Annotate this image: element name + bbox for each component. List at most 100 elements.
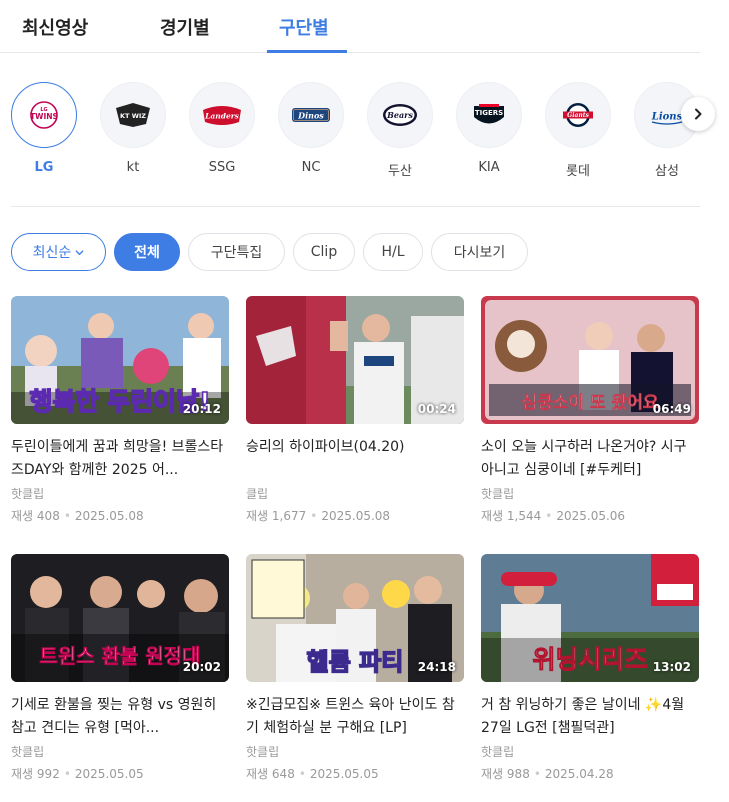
video-meta: 재생 992 • 2025.05.05	[11, 765, 229, 782]
svg-text:Giants: Giants	[567, 112, 589, 119]
separator-dot: •	[545, 509, 553, 523]
sort-label: 최신순	[32, 245, 72, 261]
team-name: 롯데	[566, 164, 590, 179]
video-card[interactable]: 트윈스 환불 원정대 20:02 기세로 환불을 찢는 유형 vs 영원히 참고…	[11, 554, 229, 782]
video-source: 클립	[246, 487, 269, 501]
play-count: 648	[271, 767, 295, 781]
lotte-giants-logo: Giants	[545, 82, 611, 148]
upload-date: 2025.05.08	[321, 509, 391, 523]
play-count: 1,677	[271, 509, 307, 523]
team-name: SSG	[208, 160, 236, 175]
lg-twins-logo: LG TWINS	[11, 82, 77, 148]
section-divider	[11, 206, 700, 207]
kia-tigers-logo: TIGERS	[456, 82, 522, 148]
play-label: 재생	[246, 767, 269, 781]
video-thumbnail: 00:24	[246, 296, 464, 424]
video-title: 승리의 하이파이브(04.20)	[246, 439, 405, 455]
team-item-lotte[interactable]: Giants 롯데	[545, 82, 611, 179]
play-label: 재생	[11, 509, 34, 523]
video-thumbnail: 심쿵소이 또 왔어요 06:49	[481, 296, 699, 424]
team-item-kt[interactable]: KT WIZ kt	[100, 82, 166, 175]
tab-by-game[interactable]: 경기별	[160, 14, 210, 40]
svg-text:Lions: Lions	[651, 112, 683, 123]
video-title: 소이 오늘 시구하러 나온거야? 시구 아니고 심쿵이네 [#두케터]	[481, 439, 687, 478]
play-count: 408	[36, 509, 60, 523]
tab-bar: 최신영상 경기별 구단별	[0, 0, 700, 53]
next-teams-button[interactable]	[681, 97, 715, 131]
filter-chip-highlight[interactable]: H/L	[363, 233, 423, 271]
video-thumbnail: 트윈스 환불 원정대 20:02	[11, 554, 229, 682]
sort-dropdown[interactable]: 최신순	[11, 233, 106, 271]
team-logo-list: LG TWINS LG KT WIZ kt Landers SSG Dinos N…	[0, 82, 729, 182]
doosan-bears-logo: Bears	[367, 82, 433, 148]
chevron-right-icon	[695, 108, 702, 120]
svg-text:Bears: Bears	[386, 110, 413, 120]
video-title: ※긴급모집※ 트윈스 육아 난이도 참기 체험하실 분 구해요 [LP]	[246, 697, 455, 736]
team-name: 삼성	[655, 164, 679, 179]
team-item-nc[interactable]: Dinos NC	[278, 82, 344, 175]
video-meta: 재생 1,544 • 2025.05.06	[481, 507, 699, 524]
svg-text:TIGERS: TIGERS	[475, 109, 503, 117]
video-duration: 13:02	[652, 660, 691, 674]
play-label: 재생	[246, 509, 269, 523]
video-source: 핫클립	[481, 745, 515, 759]
team-name: LG	[34, 160, 54, 175]
upload-date: 2025.05.08	[74, 509, 144, 523]
video-source: 핫클립	[246, 745, 280, 759]
svg-text:Dinos: Dinos	[297, 111, 324, 121]
chevron-down-icon	[75, 249, 84, 255]
video-meta: 재생 988 • 2025.04.28	[481, 765, 699, 782]
team-item-lg[interactable]: LG TWINS LG	[11, 82, 77, 175]
play-label: 재생	[11, 767, 34, 781]
video-duration: 20:02	[182, 660, 221, 674]
video-duration: 00:24	[417, 402, 456, 416]
filter-chip-all[interactable]: 전체	[114, 233, 180, 271]
separator-dot: •	[63, 509, 71, 523]
play-label: 재생	[481, 509, 504, 523]
video-thumbnail: 위닝시리즈 13:02	[481, 554, 699, 682]
video-title: 기세로 환불을 찢는 유형 vs 영원히 참고 견디는 유형 [먹아...	[11, 697, 217, 736]
separator-dot: •	[63, 767, 71, 781]
video-card[interactable]: 위닝시리즈 13:02 거 참 위닝하기 좋은 날이네 ✨4월 27일 LG전 …	[481, 554, 699, 782]
video-card[interactable]: 행복한 두린이날! 20:12 두린이들에게 꿈과 희망을! 브롤스타즈DAY와…	[11, 296, 229, 524]
video-thumbnail: 행복한 두린이날! 20:12	[11, 296, 229, 424]
svg-text:Landers: Landers	[204, 112, 240, 121]
svg-text:TWINS: TWINS	[30, 112, 58, 121]
video-thumbnail: 헬륨 파티 24:18	[246, 554, 464, 682]
separator-dot: •	[533, 767, 541, 781]
tab-latest[interactable]: 최신영상	[22, 14, 88, 40]
video-title: 두린이들에게 꿈과 희망을! 브롤스타즈DAY와 함께한 2025 어...	[11, 439, 224, 478]
video-card[interactable]: 00:24 승리의 하이파이브(04.20) 클립 재생 1,677 • 2025.…	[246, 296, 464, 524]
ssg-landers-logo: Landers	[189, 82, 255, 148]
play-count: 992	[36, 767, 60, 781]
team-item-samsung[interactable]: Lions 삼성	[634, 82, 700, 179]
video-source: 핫클립	[481, 487, 515, 501]
separator-dot: •	[310, 509, 318, 523]
video-card[interactable]: 심쿵소이 또 왔어요 06:49 소이 오늘 시구하러 나온거야? 시구 아니고…	[481, 296, 699, 524]
upload-date: 2025.05.05	[74, 767, 144, 781]
video-duration: 06:49	[652, 402, 691, 416]
team-item-ssg[interactable]: Landers SSG	[189, 82, 255, 175]
filter-chip-replay[interactable]: 다시보기	[431, 233, 528, 271]
video-meta: 재생 648 • 2025.05.05	[246, 765, 464, 782]
active-tab-indicator	[267, 50, 347, 53]
video-card[interactable]: 헬륨 파티 24:18 ※긴급모집※ 트윈스 육아 난이도 참기 체험하실 분 …	[246, 554, 464, 782]
upload-date: 2025.05.05	[309, 767, 379, 781]
video-meta: 재생 408 • 2025.05.08	[11, 507, 229, 524]
filter-chip-clip[interactable]: Clip	[293, 233, 355, 271]
team-item-kia[interactable]: TIGERS KIA	[456, 82, 522, 175]
tab-by-team[interactable]: 구단별	[279, 14, 329, 40]
play-count: 988	[506, 767, 530, 781]
team-name: KIA	[478, 160, 500, 175]
video-duration: 20:12	[182, 402, 221, 416]
svg-text:KT WIZ: KT WIZ	[120, 112, 146, 120]
video-duration: 24:18	[417, 660, 456, 674]
team-name: 두산	[388, 164, 412, 179]
video-title: 거 참 위닝하기 좋은 날이네 ✨4월 27일 LG전 [챔필덕관]	[481, 697, 685, 736]
team-name: NC	[301, 160, 321, 175]
upload-date: 2025.05.06	[556, 509, 626, 523]
filter-chip-team-special[interactable]: 구단특집	[188, 233, 285, 271]
kt-wiz-logo: KT WIZ	[100, 82, 166, 148]
team-item-doosan[interactable]: Bears 두산	[367, 82, 433, 179]
team-name: kt	[126, 160, 140, 175]
